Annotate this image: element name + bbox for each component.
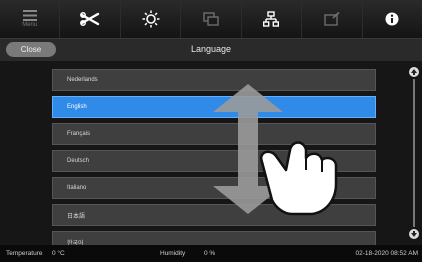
hand-pointer-icon <box>259 141 338 216</box>
temperature-label: Temperature <box>6 250 43 257</box>
datetime: 02-18-2020 08:52 AM <box>355 250 418 257</box>
status-bar: Temperature 0 °C Humidity 0 % 02-18-2020… <box>0 245 422 262</box>
humidity-label: Humidity <box>160 250 186 257</box>
scroll-gesture-overlay <box>213 84 338 216</box>
temperature-value: 0 °C <box>52 250 65 257</box>
humidity-value: 0 % <box>204 250 216 257</box>
